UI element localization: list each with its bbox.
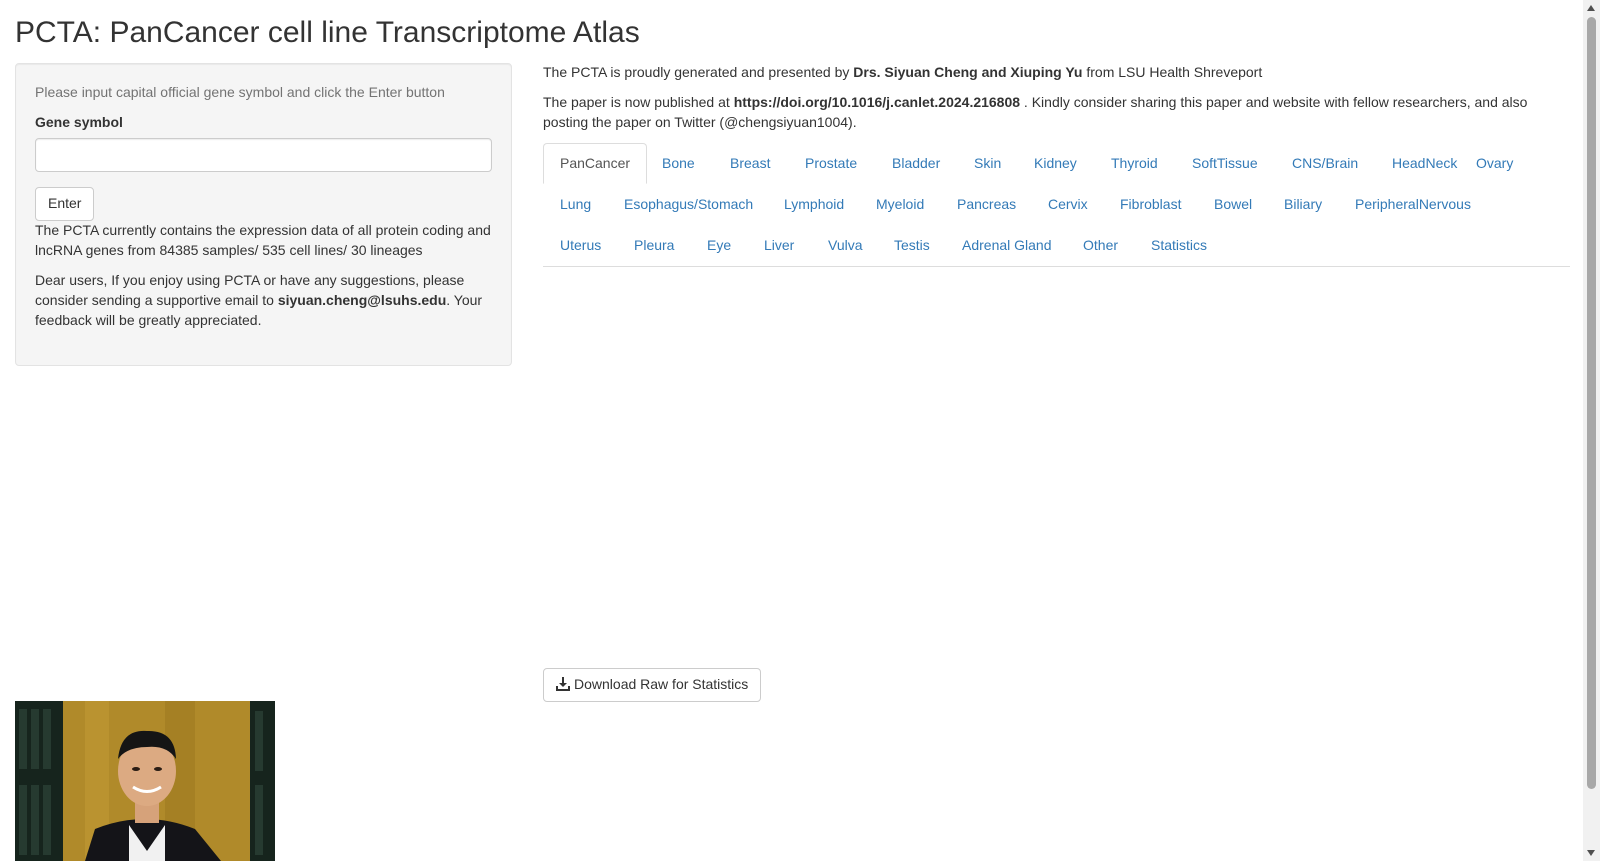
enter-button[interactable]: Enter	[35, 186, 95, 221]
tab-lymphoid[interactable]: Lymphoid	[767, 184, 861, 225]
tab-cns-brain[interactable]: CNS/Brain	[1275, 143, 1375, 184]
gene-symbol-input[interactable]	[35, 137, 492, 172]
tab-bone[interactable]: Bone	[645, 143, 712, 184]
tab-biliary[interactable]: Biliary	[1267, 184, 1339, 225]
tab-esophagus-stomach[interactable]: Esophagus/Stomach	[607, 184, 770, 225]
tab-liver[interactable]: Liver	[747, 225, 811, 266]
tab-peripheralnervous[interactable]: PeripheralNervous	[1338, 184, 1488, 225]
download-icon	[556, 677, 570, 697]
tab-bladder[interactable]: Bladder	[875, 143, 957, 184]
gene-input-panel: Please input capital official gene symbo…	[15, 63, 512, 366]
tab-other[interactable]: Other	[1066, 225, 1135, 266]
tab-pancancer[interactable]: PanCancer	[543, 143, 648, 184]
tab-softtissue[interactable]: SoftTissue	[1175, 143, 1275, 184]
download-label: Download Raw for Statistics	[574, 676, 749, 692]
tab-skin[interactable]: Skin	[957, 143, 1018, 184]
tab-cervix[interactable]: Cervix	[1031, 184, 1105, 225]
scroll-up-arrow-icon[interactable]	[1587, 5, 1595, 11]
intro-pre: The PCTA is proudly generated and presen…	[543, 64, 854, 80]
tab-kidney[interactable]: Kidney	[1017, 143, 1094, 184]
intro-text: The PCTA is proudly generated and presen…	[543, 63, 1570, 83]
paper-pre: The paper is now published at	[543, 93, 734, 110]
gene-symbol-label: Gene symbol	[35, 113, 123, 130]
tab-pancreas[interactable]: Pancreas	[940, 184, 1033, 225]
help-text: Please input capital official gene symbo…	[35, 84, 445, 100]
page-scrollbar[interactable]	[1583, 0, 1600, 861]
feedback-text: Dear users, If you enjoy using PCTA or h…	[35, 271, 492, 331]
main-info: The PCTA is proudly generated and presen…	[543, 63, 1570, 143]
intro-authors: Drs. Siyuan Cheng and Xiuping Yu	[853, 64, 1083, 80]
tab-uterus[interactable]: Uterus	[543, 225, 618, 266]
tab-pleura[interactable]: Pleura	[617, 225, 691, 266]
tab-eye[interactable]: Eye	[690, 225, 748, 266]
tab-testis[interactable]: Testis	[877, 225, 947, 266]
paper-text: The paper is now published at https://do…	[543, 93, 1570, 133]
tab-myeloid[interactable]: Myeloid	[859, 184, 941, 225]
tab-adrenal-gland[interactable]: Adrenal Gland	[945, 225, 1069, 266]
scroll-thumb[interactable]	[1587, 17, 1596, 789]
tab-fibroblast[interactable]: Fibroblast	[1103, 184, 1198, 225]
paper-doi: https://doi.org/10.1016/j.canlet.2024.21…	[733, 93, 1021, 110]
tab-ovary[interactable]: Ovary	[1459, 143, 1530, 184]
intro-post: from LSU Health Shreveport	[1082, 64, 1263, 80]
author-photo	[15, 701, 275, 861]
page-title: PCTA: PanCancer cell line Transcriptome …	[15, 16, 640, 49]
info-text: The PCTA currently contains the expressi…	[35, 221, 491, 258]
lineage-tabs: PanCancer Bone Breast Prostate Bladder S…	[543, 143, 1570, 267]
tab-prostate[interactable]: Prostate	[788, 143, 874, 184]
scroll-down-arrow-icon[interactable]	[1587, 850, 1595, 856]
tab-thyroid[interactable]: Thyroid	[1094, 143, 1175, 184]
feedback-email: siyuan.cheng@lsuhs.edu	[277, 291, 447, 308]
tab-statistics[interactable]: Statistics	[1134, 225, 1224, 266]
download-raw-button[interactable]: Download Raw for Statistics	[543, 668, 762, 702]
tab-bowel[interactable]: Bowel	[1197, 184, 1269, 225]
tab-breast[interactable]: Breast	[713, 143, 787, 184]
tab-vulva[interactable]: Vulva	[811, 225, 880, 266]
tab-lung[interactable]: Lung	[543, 184, 608, 225]
